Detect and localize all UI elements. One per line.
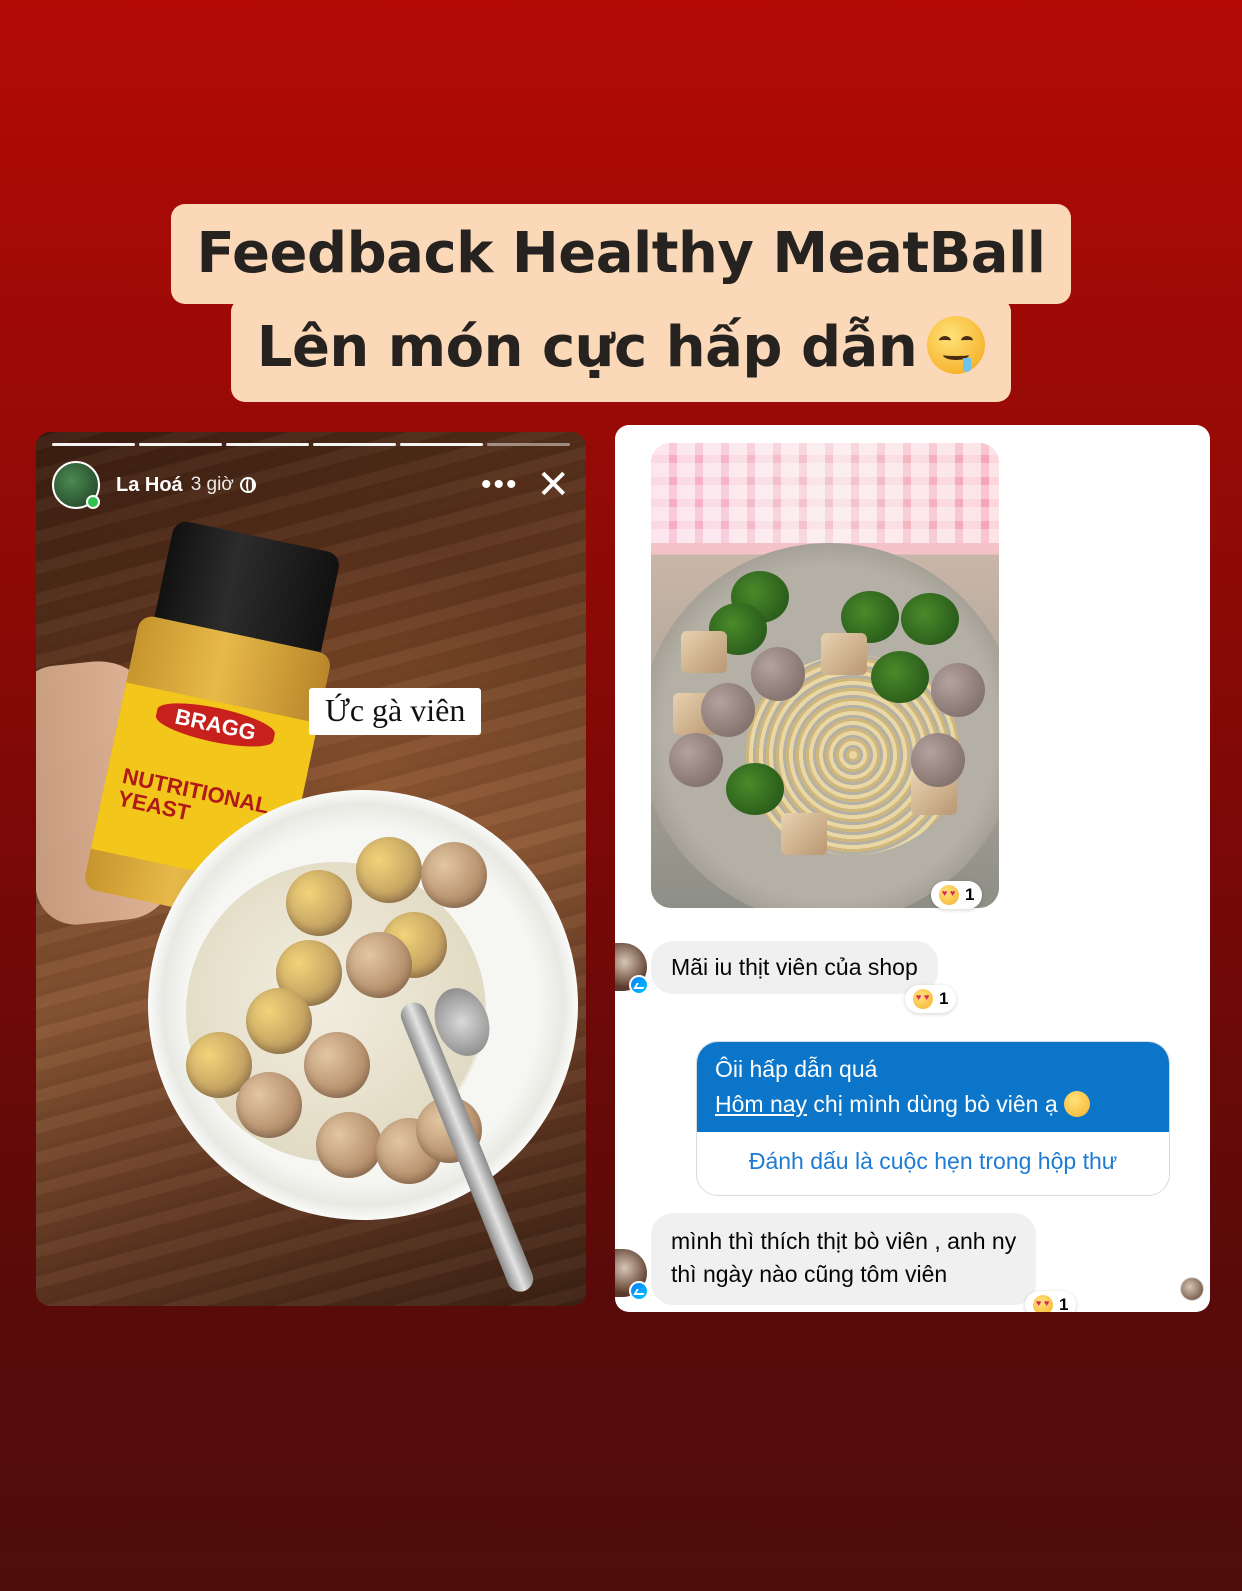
meatball: [751, 647, 805, 701]
story-screenshot: BRAGG NUTRITIONAL YEAST La Hoá 3 giờ •••…: [36, 432, 586, 1306]
meatball: [421, 842, 487, 908]
outgoing-message-text: Ôii hấp dẫn quá Hôm nay chị mình dùng bò…: [697, 1042, 1169, 1132]
meatball: [346, 932, 412, 998]
heart-eyes-icon: [913, 989, 933, 1009]
read-receipt-avatar: [1180, 1277, 1204, 1301]
reaction-count: 1: [965, 885, 975, 904]
story-user-name[interactable]: La Hoá: [116, 474, 183, 497]
meatball: [304, 1032, 370, 1098]
photo-reaction[interactable]: 1: [931, 881, 983, 909]
broccoli: [726, 763, 784, 815]
outgoing-line-2-rest: chị mình dùng bò viên ạ: [807, 1091, 1058, 1117]
broccoli: [871, 651, 929, 703]
outgoing-line-1: Ôii hấp dẫn quá: [715, 1056, 878, 1082]
smiling-face-icon: [1063, 1091, 1090, 1117]
keyboard-image: [651, 443, 999, 543]
globe-icon: [239, 477, 256, 493]
meatball: [286, 870, 352, 936]
meatball: [701, 683, 755, 737]
story-avatar[interactable]: [52, 461, 100, 509]
incoming-line-2: thì ngày nào cũng tôm viên: [671, 1261, 948, 1287]
message-reaction[interactable]: 1: [1025, 1291, 1077, 1312]
outgoing-line-2: Hôm nay chị mình dùng bò viên ạ: [715, 1087, 1151, 1122]
sender-avatar[interactable]: [615, 1249, 649, 1301]
more-icon[interactable]: •••: [481, 470, 519, 500]
message-bubble-incoming[interactable]: mình thì thích thịt bò viên , anh ny thì…: [651, 1213, 1037, 1305]
incoming-line-1: mình thì thích thịt bò viên , anh ny: [671, 1228, 1017, 1254]
tofu: [821, 633, 867, 675]
mark-appointment-button[interactable]: Đánh dấu là cuộc hẹn trong hộp thư: [697, 1132, 1169, 1195]
headline-line-1: Feedback Healthy MeatBall: [170, 204, 1072, 304]
date-link[interactable]: Hôm nay: [715, 1091, 807, 1117]
story-header: La Hoá 3 giờ ••• ✕: [52, 460, 570, 510]
meatball: [246, 988, 312, 1054]
drooling-face-icon: [927, 316, 986, 374]
food-photo[interactable]: [651, 443, 999, 908]
tofu: [681, 631, 727, 673]
message-bubble-outgoing[interactable]: Ôii hấp dẫn quá Hôm nay chị mình dùng bò…: [696, 1041, 1170, 1196]
meatball: [236, 1072, 302, 1138]
message-bubble-incoming[interactable]: Mãi iu thịt viên của shop: [651, 941, 938, 994]
reaction-count: 1: [1059, 1295, 1069, 1312]
meatball: [316, 1112, 382, 1178]
messenger-icon: [629, 1281, 649, 1301]
headline-line-2: Lên món cực hấp dẫn: [230, 290, 1012, 402]
story-progress-bar: [52, 443, 570, 446]
tofu: [781, 813, 827, 855]
messenger-icon: [629, 975, 649, 995]
reaction-count: 1: [939, 989, 949, 1008]
heart-eyes-icon: [939, 885, 959, 905]
meatball: [931, 663, 985, 717]
sender-avatar[interactable]: [615, 943, 649, 995]
headline-line-2-text: Lên món cực hấp dẫn: [256, 315, 918, 380]
heart-eyes-icon: [1033, 1295, 1053, 1312]
message-reaction[interactable]: 1: [905, 985, 957, 1013]
meatball: [911, 733, 965, 787]
broccoli: [901, 593, 959, 645]
online-indicator: [86, 495, 100, 509]
close-icon[interactable]: ✕: [536, 465, 570, 505]
meatball: [669, 733, 723, 787]
story-caption: Ức gà viên: [309, 688, 482, 735]
meatball: [356, 837, 422, 903]
chat-screenshot: 1 Mãi iu thịt viên của shop 1 Ôii hấp dẫ…: [615, 425, 1210, 1312]
story-timestamp: 3 giờ: [190, 474, 234, 495]
headline: Feedback Healthy MeatBall Lên món cực hấ…: [0, 204, 1242, 402]
